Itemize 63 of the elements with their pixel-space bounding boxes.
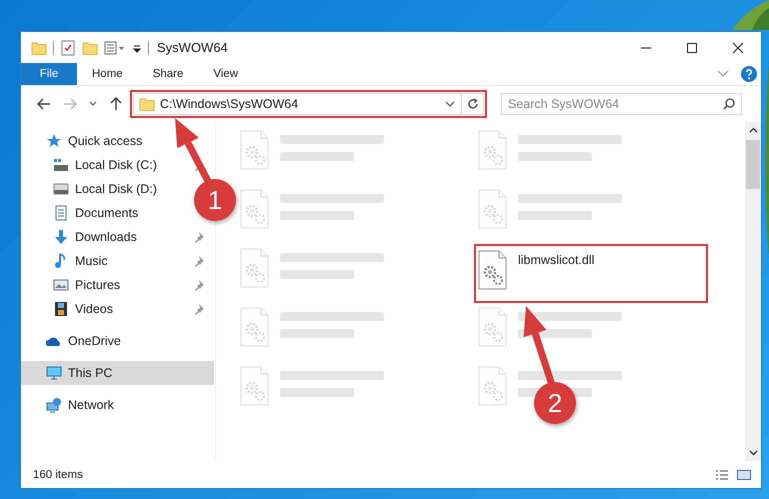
chevron-up-icon[interactable]	[748, 127, 758, 133]
pin-icon	[193, 255, 205, 267]
monitor-icon	[46, 365, 62, 381]
nav-item[interactable]: Downloads	[21, 225, 214, 249]
dll-file-icon	[478, 250, 508, 291]
dll-file-icon	[478, 307, 508, 348]
dll-file-icon	[240, 307, 270, 348]
refresh-icon	[466, 98, 478, 110]
scrollbar[interactable]	[745, 122, 761, 461]
drive-icon	[53, 157, 69, 173]
dll-file-icon	[478, 366, 508, 407]
dll-file-icon	[478, 130, 508, 171]
download-arrow-icon	[53, 229, 69, 245]
network-icon	[46, 397, 62, 413]
ribbon-tab[interactable]: Home	[77, 63, 138, 85]
dll-file-icon	[478, 189, 508, 230]
nav-item[interactable]: Pictures	[21, 273, 214, 297]
nav-item[interactable]: Local Disk (D:)	[21, 177, 161, 201]
chevron-down-icon[interactable]	[748, 450, 758, 456]
dll-file-icon	[240, 130, 270, 171]
chevron-down-icon	[445, 101, 455, 107]
chevron-down-icon	[89, 101, 97, 107]
film-strip-icon	[53, 301, 69, 317]
pin-icon	[193, 231, 205, 243]
search-field[interactable]: Search SysWOW64	[501, 93, 742, 115]
dll-file-icon	[240, 248, 270, 289]
nav-item[interactable]: This PC	[21, 361, 214, 385]
address-bar[interactable]: C:\Windows\SysWOW64	[133, 93, 484, 115]
list-properties-icon[interactable]	[104, 40, 126, 56]
nav-item[interactable]: Network	[21, 393, 118, 417]
back-arrow-icon	[37, 98, 51, 110]
file-tile[interactable]: libmwslicot.dll	[478, 246, 594, 301]
nav-item[interactable]: OneDrive	[21, 329, 125, 353]
dll-file-icon	[240, 366, 270, 407]
details-view-icon[interactable]	[715, 468, 729, 480]
pin-icon	[193, 279, 205, 291]
address-path: C:\Windows\SysWOW64	[160, 97, 300, 111]
nav-item[interactable]: Quick access	[21, 129, 146, 153]
ribbon-tab[interactable]: View	[198, 63, 254, 85]
item-count: 160 items	[33, 468, 83, 480]
ribbon-tab[interactable]: Share	[138, 63, 198, 85]
search-icon[interactable]	[723, 98, 735, 110]
nav-item[interactable]: Videos	[21, 297, 214, 321]
large-icons-view-icon[interactable]	[737, 468, 751, 480]
forward-arrow-icon	[63, 98, 77, 110]
scrollbar-thumb[interactable]	[746, 140, 760, 189]
star-icon	[46, 133, 62, 149]
drive-icon	[53, 181, 69, 197]
file-menu-button[interactable]: File	[21, 63, 77, 85]
window-title: SysWOW64	[157, 40, 228, 55]
file-name: libmwslicot.dll	[518, 253, 594, 267]
checklist-icon[interactable]	[60, 40, 76, 56]
maximize-icon	[686, 42, 698, 54]
up-arrow-icon	[110, 97, 122, 111]
help-icon[interactable]	[741, 66, 757, 82]
dll-file-icon	[240, 189, 270, 230]
nav-item[interactable]: Documents	[21, 201, 142, 225]
close-icon	[732, 42, 744, 54]
picture-frame-icon	[53, 277, 69, 293]
nav-item[interactable]: Music	[21, 249, 214, 273]
pin-icon	[193, 303, 205, 315]
document-icon	[53, 205, 69, 221]
folder-icon	[139, 96, 155, 112]
